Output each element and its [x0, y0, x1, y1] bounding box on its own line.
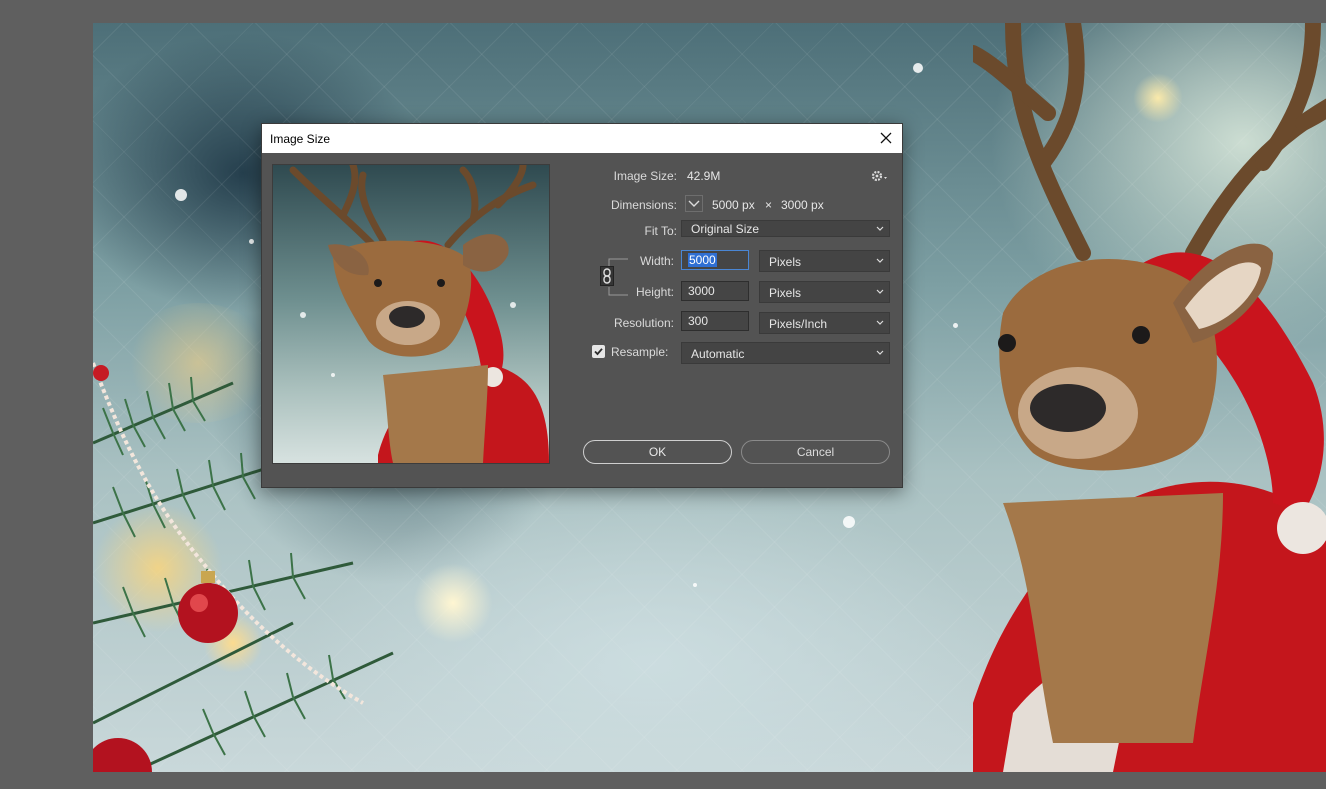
link-icon [603, 268, 611, 284]
reindeer-illustration [973, 23, 1326, 772]
width-label: Width: [639, 254, 674, 268]
settings-button[interactable] [870, 168, 890, 184]
fit-to-select[interactable]: Original Size [681, 220, 890, 237]
close-button[interactable] [870, 124, 902, 153]
gear-icon [871, 170, 887, 182]
resample-method-value: Automatic [691, 347, 745, 361]
dimensions-times-symbol: × [765, 198, 773, 212]
chevron-down-icon [876, 350, 884, 355]
height-value: 3000 [688, 284, 715, 298]
height-unit-select[interactable]: Pixels [759, 281, 890, 303]
snowflake [175, 189, 187, 201]
dialog-title: Image Size [270, 132, 331, 146]
fit-to-label: Fit To: [644, 224, 677, 238]
height-unit-value: Pixels [769, 286, 802, 300]
dimensions-dropdown-button[interactable] [685, 195, 703, 212]
image-size-dialog: Image Size Image Size: 42.9M Dimensions:… [261, 123, 903, 488]
resolution-label: Resolution: [613, 316, 674, 330]
height-label: Height: [635, 285, 674, 299]
width-unit-select[interactable]: Pixels [759, 250, 890, 272]
chevron-down-icon [876, 258, 884, 263]
image-size-value: 42.9M [687, 169, 721, 183]
chevron-down-icon [876, 226, 884, 231]
fit-to-value: Original Size [691, 222, 760, 236]
ok-button[interactable]: OK [583, 440, 732, 464]
chevron-down-icon [688, 200, 700, 207]
resample-label: Resample: [611, 345, 669, 359]
snowflake [843, 516, 855, 528]
cancel-button[interactable]: Cancel [741, 440, 890, 464]
snowflake [913, 63, 923, 73]
resample-method-select[interactable]: Automatic [681, 342, 890, 364]
height-input[interactable]: 3000 [681, 281, 749, 301]
image-size-label: Image Size: [613, 169, 677, 183]
resolution-unit-select[interactable]: Pixels/Inch [759, 312, 890, 334]
close-icon [880, 132, 892, 144]
chevron-down-icon [876, 320, 884, 325]
constrain-proportions-toggle[interactable] [600, 266, 614, 286]
dimensions-height-value: 3000 px [781, 198, 824, 212]
resample-checkbox[interactable] [592, 345, 605, 358]
width-unit-value: Pixels [769, 255, 802, 269]
dialog-titlebar[interactable]: Image Size [262, 124, 902, 153]
image-preview[interactable] [272, 164, 550, 464]
snowflake [249, 239, 254, 244]
snowflake [693, 583, 697, 587]
snowflake [953, 323, 958, 328]
width-input[interactable]: 5000 [681, 250, 749, 270]
dimensions-label: Dimensions: [610, 198, 677, 212]
resolution-value: 300 [688, 314, 709, 328]
width-value: 5000 [688, 253, 717, 267]
resolution-unit-value: Pixels/Inch [769, 317, 828, 331]
dimensions-width-value: 5000 px [712, 198, 755, 212]
chevron-down-icon [876, 289, 884, 294]
preview-reindeer [289, 165, 549, 463]
checkmark-icon [594, 348, 603, 356]
resolution-input[interactable]: 300 [681, 311, 749, 331]
